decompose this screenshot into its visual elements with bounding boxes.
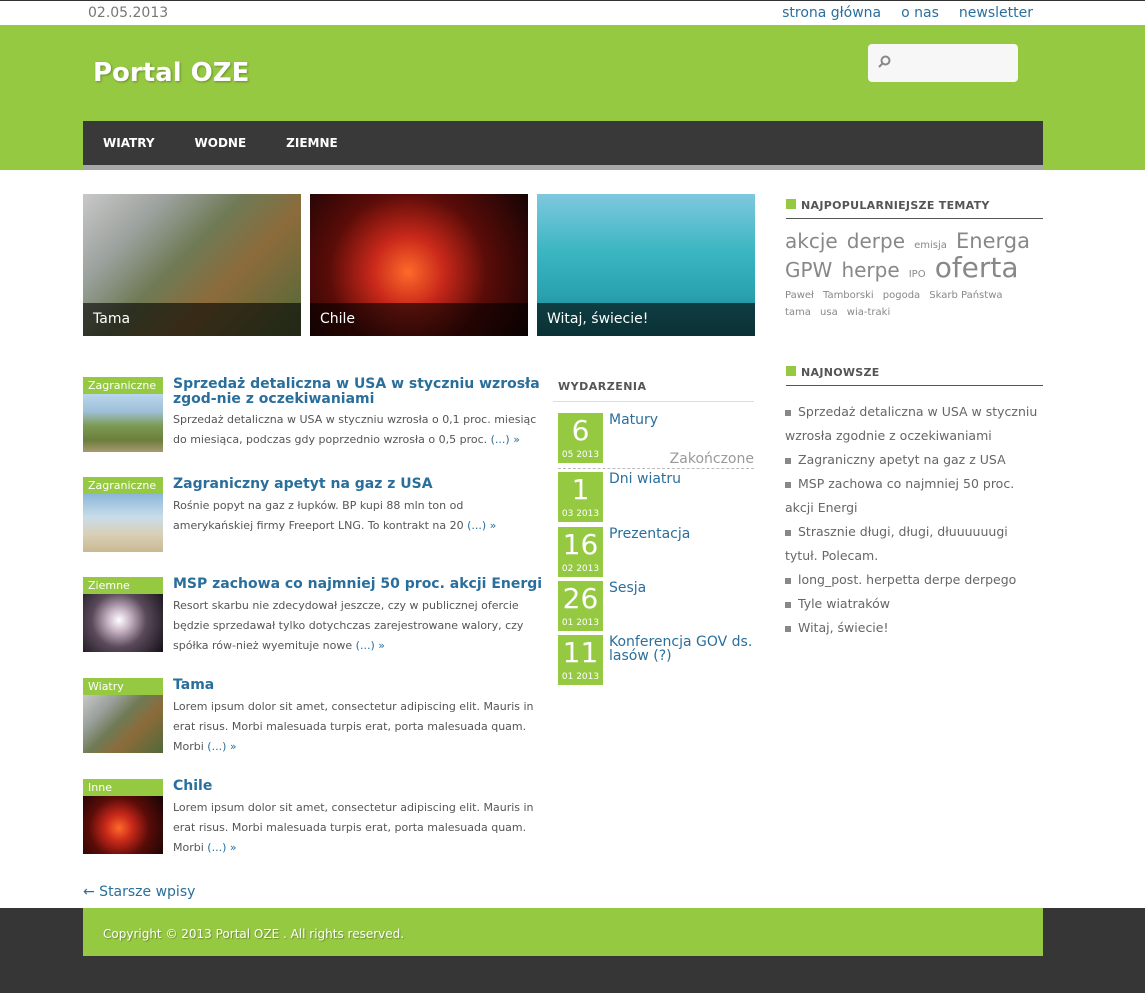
top-link-about[interactable]: o nas	[901, 5, 939, 21]
tag-link[interactable]: IPO	[909, 269, 926, 280]
event-date: 11 01 2013	[558, 635, 603, 685]
post-title[interactable]: MSP zachowa co najmniej 50 proc. akcji E…	[173, 577, 543, 592]
post-image	[83, 494, 163, 552]
events-title: WYDARZENIA	[553, 380, 754, 402]
top-links: strona główna o nas newsletter	[782, 5, 1033, 21]
post-thumbnail[interactable]: Inne	[83, 779, 163, 854]
post-category: Zagraniczne	[83, 477, 163, 494]
search-input[interactable]	[896, 52, 1011, 74]
divider	[558, 468, 754, 469]
tag-link[interactable]: GPW	[785, 258, 832, 282]
post-title[interactable]: Zagraniczny apetyt na gaz z USA	[173, 477, 543, 492]
featured-caption: Witaj, świecie!	[537, 303, 755, 336]
popular-title: NAJPOPULARNIEJSZE TEMATY	[786, 199, 1043, 219]
nav-item-wodne[interactable]: WODNE	[195, 121, 247, 165]
tag-link[interactable]: Paweł	[785, 290, 814, 301]
site-title[interactable]: Portal OZE	[93, 58, 249, 88]
nav-shadow	[83, 165, 1043, 170]
post-category: Ziemne	[83, 577, 163, 594]
tag-cloud: akcje derpe emisja Energa GPW herpe IPO …	[785, 229, 1040, 319]
read-more-link[interactable]: (...) »	[207, 740, 236, 753]
tag-link[interactable]: oferta	[935, 251, 1019, 284]
featured-slider: Tama Chile Witaj, świecie!	[83, 194, 755, 336]
event-name[interactable]: Matury	[609, 413, 754, 427]
post-excerpt: Rośnie popyt na gaz z łupków. BP kupi 88…	[173, 499, 497, 532]
event-name[interactable]: Dni wiatru	[609, 472, 754, 486]
featured-item-witaj[interactable]: Witaj, świecie!	[537, 194, 755, 336]
post-excerpt: Sprzedaż detaliczna w USA w styczniu wzr…	[173, 413, 537, 446]
post-title[interactable]: Sprzedaż detaliczna w USA w styczniu wzr…	[173, 377, 543, 407]
main-nav: WIATRY WODNE ZIEMNE	[83, 121, 1043, 165]
search-icon	[878, 55, 891, 68]
event-name[interactable]: Prezentacja	[609, 527, 754, 541]
post-thumbnail[interactable]: Wiatry	[83, 678, 163, 753]
tag-link[interactable]: derpe	[847, 229, 905, 253]
top-bar: 02.05.2013 strona główna o nas newslette…	[0, 0, 1145, 25]
post-title[interactable]: Tama	[173, 678, 543, 693]
featured-caption: Chile	[310, 303, 528, 336]
featured-item-tama[interactable]: Tama	[83, 194, 301, 336]
post-title[interactable]: Chile	[173, 779, 543, 794]
post-image	[83, 394, 163, 452]
nav-item-ziemne[interactable]: ZIEMNE	[286, 121, 338, 165]
recent-post-item[interactable]: Strasznie długi, długi, dłuuuuuugi tytuł…	[785, 520, 1040, 568]
title-marker	[786, 366, 796, 376]
tag-link[interactable]: Energa	[956, 229, 1030, 253]
event-date: 26 01 2013	[558, 581, 603, 631]
nav-item-wiatry[interactable]: WIATRY	[103, 121, 155, 165]
post-image	[83, 594, 163, 652]
post-excerpt: Lorem ipsum dolor sit amet, consectetur …	[173, 700, 534, 753]
featured-item-chile[interactable]: Chile	[310, 194, 528, 336]
events-widget: WYDARZENIA 6 05 2013 Matury Zakończone 1…	[553, 380, 754, 685]
event-date: 1 03 2013	[558, 472, 603, 522]
post-thumbnail[interactable]: Zagraniczne	[83, 377, 163, 452]
recent-post-item[interactable]: Witaj, świecie!	[785, 616, 1040, 640]
post-category: Zagraniczne	[83, 377, 163, 394]
post-image	[83, 796, 163, 854]
post-image	[83, 695, 163, 753]
post-thumbnail[interactable]: Ziemne	[83, 577, 163, 652]
event-date: 6 05 2013	[558, 413, 603, 463]
older-posts-link[interactable]: ← Starsze wpisy	[83, 884, 195, 900]
site-header: Portal OZE WIATRY WODNE ZIEMNE	[0, 25, 1145, 170]
read-more-link[interactable]: (...) »	[467, 519, 496, 532]
recent-title: NAJNOWSZE	[786, 366, 1043, 386]
recent-post-item[interactable]: Sprzedaż detaliczna w USA w styczniu wzr…	[785, 400, 1040, 448]
read-more-link[interactable]: (...) »	[207, 841, 236, 854]
tag-link[interactable]: herpe	[841, 258, 899, 282]
current-date: 02.05.2013	[88, 5, 169, 21]
event-name[interactable]: Sesja	[609, 581, 754, 595]
top-link-home[interactable]: strona główna	[782, 5, 881, 21]
event-name[interactable]: Konferencja GOV ds. lasów (?)	[609, 635, 754, 663]
tag-link[interactable]: emisja	[914, 240, 947, 251]
post-category: Inne	[83, 779, 163, 796]
tag-link[interactable]: Skarb Państwa	[929, 290, 1002, 301]
tag-link[interactable]: wia-traki	[847, 307, 890, 318]
post-category: Wiatry	[83, 678, 163, 695]
tag-link[interactable]: tama	[785, 307, 811, 318]
tag-link[interactable]: Tamborski	[823, 290, 874, 301]
tag-link[interactable]: akcje	[785, 229, 838, 253]
post-thumbnail[interactable]: Zagraniczne	[83, 477, 163, 552]
tag-link[interactable]: usa	[820, 307, 838, 318]
copyright: Copyright © 2013 Portal OZE . All rights…	[83, 908, 1043, 956]
featured-caption: Tama	[83, 303, 301, 336]
read-more-link[interactable]: (...) »	[356, 639, 385, 652]
recent-posts-list: Sprzedaż detaliczna w USA w styczniu wzr…	[785, 400, 1040, 640]
recent-post-item[interactable]: long_post. herpetta derpe derpego	[785, 568, 1040, 592]
post-excerpt: Resort skarbu nie zdecydował jeszcze, cz…	[173, 599, 524, 652]
search-box	[868, 44, 1018, 82]
post-excerpt: Lorem ipsum dolor sit amet, consectetur …	[173, 801, 534, 854]
recent-post-item[interactable]: MSP zachowa co najmniej 50 proc. akcji E…	[785, 472, 1040, 520]
event-date: 16 02 2013	[558, 527, 603, 577]
read-more-link[interactable]: (...) »	[491, 433, 520, 446]
event-status: Zakończone	[669, 451, 754, 467]
tag-link[interactable]: pogoda	[883, 290, 920, 301]
title-marker	[786, 199, 796, 209]
top-link-newsletter[interactable]: newsletter	[959, 5, 1033, 21]
recent-post-item[interactable]: Zagraniczny apetyt na gaz z USA	[785, 448, 1040, 472]
site-footer: Copyright © 2013 Portal OZE . All rights…	[0, 908, 1145, 993]
recent-post-item[interactable]: Tyle wiatraków	[785, 592, 1040, 616]
